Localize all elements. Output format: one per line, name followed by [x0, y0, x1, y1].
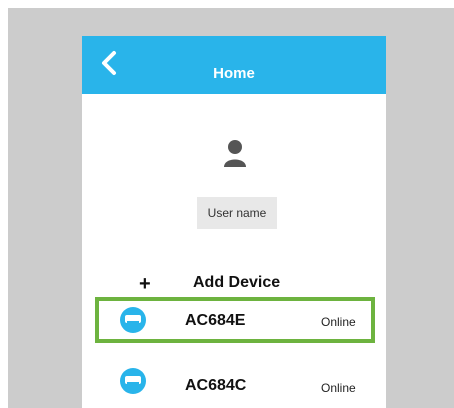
top-bar: Home [82, 36, 386, 94]
device-status: Online [321, 381, 356, 395]
device-name: AC684E [185, 312, 246, 329]
page-title: Home [213, 65, 255, 82]
air-conditioner-icon [120, 307, 146, 333]
device-name: AC684C [185, 377, 247, 394]
device-status: Online [321, 315, 356, 329]
plus-icon: + [139, 273, 151, 295]
app-screen: Home User name + Add Device AC684E Onlin… [82, 36, 386, 408]
device-row-ac684c[interactable]: AC684C Online [82, 362, 386, 408]
username-label[interactable]: User name [197, 197, 277, 229]
user-silhouette-icon [224, 140, 246, 167]
add-device-label: Add Device [193, 274, 281, 291]
air-conditioner-icon [120, 368, 146, 394]
chevron-left-icon[interactable] [96, 48, 126, 78]
device-row-ac684e[interactable]: AC684E Online [95, 297, 375, 343]
